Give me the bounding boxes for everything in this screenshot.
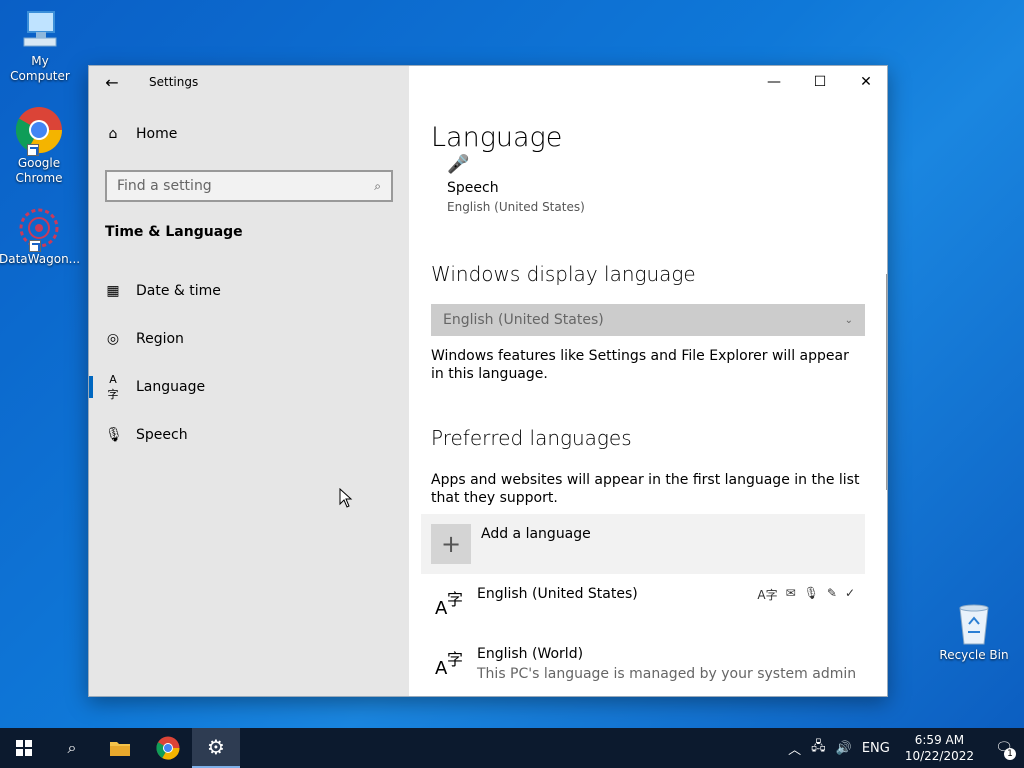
language-managed-note: This PC's language is managed by your sy…	[477, 666, 857, 682]
desktop-icon-datawagon[interactable]: DataWagon...	[0, 206, 81, 267]
search-icon: ⌕	[67, 738, 77, 757]
windows-logo-icon	[16, 740, 32, 756]
app-title: Settings	[149, 75, 199, 89]
chrome-taskbar-button[interactable]	[144, 728, 192, 768]
gear-icon: ⚙	[207, 735, 225, 759]
page-title: Language	[431, 122, 563, 153]
desktop-icon-recycle-bin[interactable]: Recycle Bin	[934, 602, 1014, 663]
chrome-icon	[15, 106, 63, 156]
preferred-languages-description: Apps and websites will appear in the fir…	[431, 472, 860, 506]
desktop-icon-label: Recycle Bin	[939, 648, 1009, 662]
start-button[interactable]	[0, 728, 48, 768]
minimize-button[interactable]: —	[751, 66, 797, 98]
chrome-icon	[156, 736, 180, 760]
minimize-icon: —	[767, 74, 781, 90]
input-language-indicator[interactable]: ENG	[862, 741, 890, 756]
settings-window: ← Settings ⌂ Home ⌕ Time & Language ▦ Da…	[88, 65, 888, 697]
search-box: ⌕	[105, 170, 393, 202]
window-controls: — ☐ ✕	[751, 66, 887, 98]
desktop-icon-label: DataWagon...	[0, 252, 81, 266]
language-name: English (World)	[477, 646, 584, 662]
speech-icon: 🎤	[447, 154, 470, 175]
settings-taskbar-button[interactable]: ⚙	[192, 728, 240, 768]
computer-icon	[20, 10, 60, 52]
scrollbar[interactable]	[886, 274, 887, 490]
maximize-button[interactable]: ☐	[797, 66, 843, 98]
mouse-cursor-icon	[339, 488, 353, 508]
clock[interactable]: 6:59 AM 10/22/2022	[905, 732, 974, 764]
language-item[interactable]: A字 English (United States) A字 ✉ 🎙 ✎ ✓	[421, 574, 865, 634]
spellcheck-feature-icon: ✓	[844, 586, 855, 600]
home-icon: ⌂	[108, 126, 118, 142]
add-language-button[interactable]: + Add a language	[421, 514, 865, 574]
microphone-feature-icon: 🎙	[803, 586, 819, 600]
chevron-down-icon: ⌄	[844, 314, 853, 326]
desktop-icon-label: Google Chrome	[15, 156, 63, 185]
desktop-icon-my-computer[interactable]: My Computer	[0, 10, 80, 84]
shortcut-arrow-icon	[29, 240, 41, 252]
nav-list: ▦ Date & time ◎ Region A字 Language 🎙 Spe…	[89, 267, 409, 459]
maximize-icon: ☐	[813, 74, 827, 90]
sidebar-item-date-time[interactable]: ▦ Date & time	[89, 267, 409, 315]
language-features: A字 ✉ 🎙 ✎ ✓	[757, 586, 855, 603]
settings-sidebar: ← Settings ⌂ Home ⌕ Time & Language ▦ Da…	[89, 66, 409, 696]
add-language-label: Add a language	[481, 526, 591, 542]
clock-time: 6:59 AM	[914, 733, 965, 747]
search-icon[interactable]: ⌕	[374, 179, 381, 194]
sidebar-item-label: Region	[136, 331, 184, 347]
sidebar-item-region[interactable]: ◎ Region	[89, 315, 409, 363]
network-icon[interactable]: 🖧	[811, 737, 826, 759]
arrow-left-icon: ←	[105, 72, 119, 92]
back-button[interactable]: ←	[89, 66, 135, 98]
language-icon: A字	[107, 372, 119, 401]
sidebar-item-language[interactable]: A字 Language	[89, 363, 409, 411]
shortcut-arrow-icon	[27, 144, 39, 156]
sidebar-item-label: Speech	[136, 427, 188, 443]
taskbar: ⌕ ⚙ ︿ 🖧 🔊 ENG 6:59 AM 10/22/2022 🗨 1	[0, 728, 1024, 768]
clock-date: 10/22/2022	[904, 749, 974, 763]
plus-icon: +	[431, 524, 471, 564]
language-glyph-icon: A字	[435, 650, 464, 679]
speech-link[interactable]: 🎤 Speech English (United States)	[447, 154, 585, 214]
speech-feature-icon: ✉	[785, 586, 796, 600]
display-language-heading: Windows display language	[431, 262, 696, 286]
display-language-feature-icon: A字	[757, 588, 778, 602]
handwriting-feature-icon: ✎	[826, 586, 837, 600]
language-item[interactable]: A字 English (World) This PC's language is…	[421, 634, 865, 694]
search-input[interactable]	[117, 178, 375, 194]
display-language-description: Windows features like Settings and File …	[431, 348, 849, 382]
microphone-icon: 🎙	[105, 427, 123, 443]
sidebar-item-speech[interactable]: 🎙 Speech	[89, 411, 409, 459]
language-name: English (United States)	[477, 586, 638, 602]
display-language-dropdown[interactable]: English (United States) ⌄	[431, 304, 865, 336]
close-button[interactable]: ✕	[843, 66, 887, 98]
recycle-bin-icon	[954, 602, 994, 646]
calendar-clock-icon: ▦	[106, 283, 120, 299]
sidebar-item-label: Date & time	[136, 283, 221, 299]
globe-icon: ◎	[106, 331, 120, 347]
speech-title: Speech	[447, 180, 499, 196]
dropdown-value: English (United States)	[443, 312, 604, 328]
nav-home[interactable]: ⌂ Home	[105, 126, 178, 142]
action-center-button[interactable]: 🗨 1	[984, 728, 1024, 768]
titlebar: ← Settings	[89, 66, 409, 98]
language-glyph-icon: A字	[435, 590, 464, 619]
search-button[interactable]: ⌕	[48, 728, 96, 768]
chevron-up-icon[interactable]: ︿	[788, 739, 801, 758]
close-icon: ✕	[860, 74, 872, 90]
nav-home-label: Home	[136, 126, 178, 142]
system-tray: ︿ 🖧 🔊 ENG 6:59 AM 10/22/2022 🗨 1	[783, 728, 1024, 768]
datawagon-icon	[17, 206, 61, 252]
speech-subtitle: English (United States)	[447, 200, 585, 214]
desktop-icon-google-chrome[interactable]: Google Chrome	[0, 106, 79, 186]
folder-icon	[110, 742, 130, 756]
preferred-languages-heading: Preferred languages	[431, 426, 632, 450]
desktop-icon-label: My Computer	[10, 54, 70, 83]
sidebar-item-label: Language	[136, 379, 206, 395]
file-explorer-button[interactable]	[96, 728, 144, 768]
notification-count-badge: 1	[1004, 748, 1016, 760]
volume-icon[interactable]: 🔊	[836, 741, 852, 756]
settings-content: — ☐ ✕ Language 🎤 Speech English (United …	[409, 66, 887, 696]
section-heading: Time & Language	[105, 224, 243, 240]
